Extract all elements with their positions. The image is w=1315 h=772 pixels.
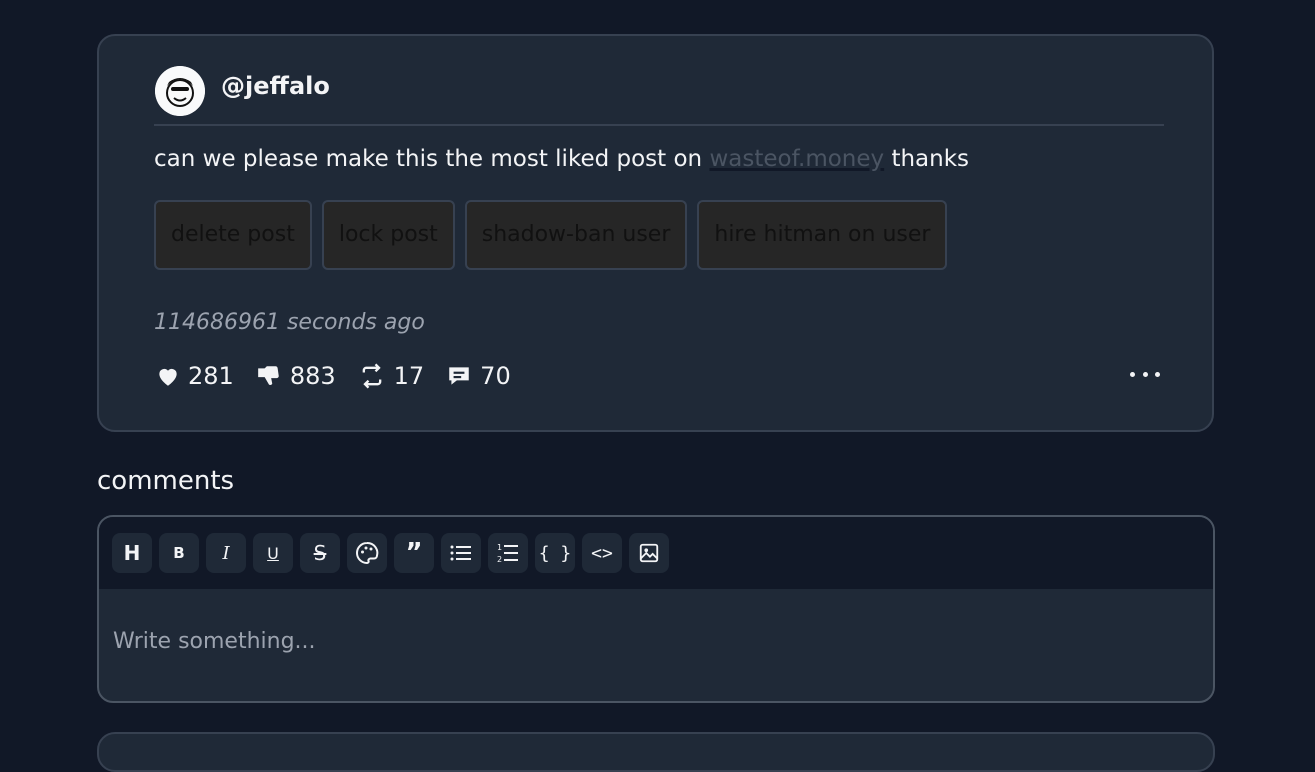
more-dot (1142, 371, 1148, 377)
heading-icon: H (123, 541, 141, 565)
code-block-icon: { } (538, 542, 572, 564)
dislike-button[interactable]: 883 (254, 362, 336, 390)
heart-icon (159, 368, 177, 386)
ordered-list-button[interactable]: 12 (488, 533, 528, 573)
color-button[interactable] (347, 533, 387, 573)
strikethrough-button[interactable]: S (300, 533, 340, 573)
post-timestamp: 114686961 seconds ago (154, 310, 425, 335)
more-dot (1155, 371, 1160, 377)
comment-editor: H B I U S ” 12 { } <> Write something... (97, 515, 1215, 703)
avatar-face-icon (155, 66, 205, 116)
post-card: @jeffalo can we please make this the mos… (97, 34, 1214, 432)
repost-button[interactable]: 17 (356, 362, 425, 390)
comment-icon (449, 367, 469, 385)
bold-icon: B (173, 544, 185, 562)
comment-button[interactable]: 70 (444, 362, 511, 390)
quote-button[interactable]: ” (394, 533, 434, 573)
bullet-list-icon (450, 545, 471, 561)
more-dot (1130, 371, 1135, 377)
like-count: 281 (188, 362, 234, 390)
more-options-icon[interactable] (1130, 364, 1160, 384)
svg-text:2: 2 (497, 555, 502, 564)
inline-code-button[interactable]: <> (582, 533, 622, 573)
hire-hitman-button[interactable]: hire hitman on user (697, 200, 948, 270)
strikethrough-icon: S (313, 541, 327, 565)
post-text-before: can we please make this the most liked p… (154, 146, 710, 172)
shadow-ban-user-button[interactable]: shadow-ban user (464, 200, 688, 270)
post-content: can we please make this the most liked p… (154, 146, 969, 172)
post-username[interactable]: @jeffalo (221, 72, 330, 100)
lock-post-button[interactable]: lock post (321, 200, 455, 270)
bullet-list-button[interactable] (441, 533, 481, 573)
code-icon: <> (591, 542, 613, 564)
image-button[interactable] (629, 533, 669, 573)
italic-button[interactable]: I (206, 533, 246, 573)
italic-icon: I (222, 542, 230, 564)
post-divider (154, 124, 1164, 126)
svg-text:1: 1 (497, 543, 502, 552)
repost-count: 17 (393, 362, 425, 390)
post-link[interactable]: wasteof.money (709, 146, 884, 172)
editor-toolbar: H B I U S ” 12 { } <> (99, 517, 1213, 589)
mod-buttons: delete post lock post shadow-ban user hi… (154, 200, 948, 270)
like-button[interactable]: 281 (154, 362, 234, 390)
code-block-button[interactable]: { } (535, 533, 575, 573)
avatar[interactable] (155, 66, 205, 116)
underline-icon: U (267, 543, 279, 563)
underline-button[interactable]: U (253, 533, 293, 573)
comment-count: 70 (480, 362, 511, 390)
post-text-after: thanks (884, 146, 970, 172)
heading-button[interactable]: H (112, 533, 152, 573)
image-icon (639, 543, 659, 563)
next-post-card (97, 732, 1215, 772)
ordered-list-icon: 12 (497, 543, 518, 564)
comments-heading: comments (97, 466, 235, 496)
delete-post-button[interactable]: delete post (154, 200, 312, 270)
bold-button[interactable]: B (159, 533, 199, 573)
dislike-count: 883 (289, 362, 336, 390)
repost-icon (362, 363, 381, 389)
thumbs-down-icon (257, 366, 279, 386)
palette-icon (356, 541, 379, 565)
quote-icon: ” (405, 538, 423, 568)
comment-input[interactable]: Write something... (113, 629, 316, 654)
post-stats: 281 883 17 70 (154, 362, 531, 390)
